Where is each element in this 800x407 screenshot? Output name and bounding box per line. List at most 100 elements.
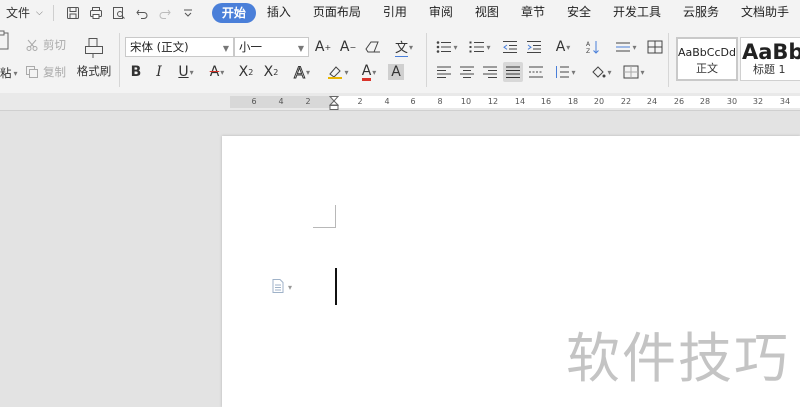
numbered-list-icon[interactable]: ▾ xyxy=(467,37,493,57)
text-cursor xyxy=(335,268,337,305)
tab-view[interactable]: 视图 xyxy=(464,0,510,25)
chevron-down-icon: ▾ xyxy=(288,283,293,292)
line-spacing-icon[interactable]: ▾ xyxy=(551,62,579,82)
text-effect-icon[interactable]: A ▾ xyxy=(288,62,316,82)
print-preview-icon[interactable] xyxy=(108,3,131,23)
shrink-font-icon[interactable]: A − xyxy=(338,37,358,57)
tab-doc-assistant[interactable]: 文档助手 xyxy=(730,0,800,25)
ruler-tick: 28 xyxy=(699,97,711,106)
group-divider xyxy=(426,33,427,87)
customize-toolbar-icon[interactable] xyxy=(177,3,200,23)
copy-label: 复制 xyxy=(43,65,66,79)
chevron-down-icon: ▼ xyxy=(297,44,304,53)
watermark: 软件技巧 xyxy=(566,327,790,390)
file-menu-label: 文件 xyxy=(6,6,31,20)
sort-icon[interactable]: AZ xyxy=(583,37,603,57)
tab-home[interactable]: 开始 xyxy=(211,2,256,23)
group-divider xyxy=(119,33,120,87)
redo-icon[interactable] xyxy=(154,3,177,23)
copy-button[interactable]: 复制 xyxy=(25,64,66,80)
chevron-down-icon: ▼ xyxy=(222,44,229,53)
borders-icon[interactable]: ▾ xyxy=(620,62,648,82)
font-color-icon[interactable]: A ▾ xyxy=(355,62,383,82)
font-name-select[interactable]: 宋体 (正文) ▼ xyxy=(125,37,234,57)
ruler-tick: 4 xyxy=(278,97,284,106)
superscript-icon[interactable]: X2 xyxy=(236,62,256,82)
strikethrough-icon[interactable]: A ▾ xyxy=(203,62,231,82)
align-left-icon[interactable] xyxy=(434,62,454,82)
ruler-tick: 8 xyxy=(437,97,443,106)
ruler-tick: 12 xyxy=(487,97,499,106)
distribute-icon[interactable] xyxy=(526,62,546,82)
ruler-tick: 2 xyxy=(357,97,363,106)
tab-page-layout[interactable]: 页面布局 xyxy=(302,0,372,25)
table-borders-icon[interactable] xyxy=(645,37,665,57)
ruler-tick: 2 xyxy=(305,97,311,106)
ruler-tick: 14 xyxy=(514,97,526,106)
bullet-list-icon[interactable]: ▾ xyxy=(434,37,460,57)
style-normal[interactable]: AaBbCcDd 正文 xyxy=(676,37,738,81)
file-menu[interactable]: 文件 ⌵ xyxy=(0,0,49,25)
character-shading-icon[interactable]: A xyxy=(386,62,406,82)
ribbon-tabs: 开始 插入 页面布局 引用 审阅 视图 章节 安全 开发工具 云服务 文档助手 xyxy=(211,0,800,25)
highlight-icon[interactable]: ▾ xyxy=(323,62,353,82)
copy-icon xyxy=(25,65,39,79)
font-size-select[interactable]: 小一 ▼ xyxy=(234,37,309,57)
undo-icon[interactable] xyxy=(131,3,154,23)
horizontal-ruler[interactable]: 6 4 2 2 4 6 8 10 12 14 16 18 20 22 24 26… xyxy=(0,93,800,111)
group-divider xyxy=(668,33,669,87)
ruler-tick: 16 xyxy=(540,97,552,106)
align-justify-icon[interactable] xyxy=(503,62,523,82)
cut-button[interactable]: 剪切 xyxy=(25,37,66,53)
ruler-tick: 26 xyxy=(673,97,685,106)
phonetic-glyph: 文 xyxy=(394,37,408,57)
margin-corner-mark xyxy=(313,205,336,228)
format-painter-button[interactable]: 格式刷 xyxy=(74,37,114,79)
align-center-icon[interactable] xyxy=(457,62,477,82)
style-heading-1-name: 标题 1 xyxy=(753,63,786,76)
tab-cloud[interactable]: 云服务 xyxy=(672,0,730,25)
grow-font-icon[interactable]: A + xyxy=(313,37,333,57)
tab-review[interactable]: 审阅 xyxy=(418,0,464,25)
quick-access-toolbar xyxy=(62,3,200,23)
paste-icon[interactable] xyxy=(0,29,12,51)
ruler-tick: 24 xyxy=(646,97,658,106)
style-normal-name: 正文 xyxy=(696,62,718,75)
style-heading-1[interactable]: AaBb 标题 1 xyxy=(740,37,800,81)
paragraph-options-button[interactable]: ▾ xyxy=(272,278,292,297)
ruler-tick: 4 xyxy=(384,97,390,106)
change-case-icon[interactable]: A ▾ xyxy=(550,37,576,57)
subscript-icon[interactable]: X2 xyxy=(261,62,281,82)
chevron-down-icon: ⌵ xyxy=(36,7,43,18)
ribbon-home: 粘 ▾ 剪切 复制 格式刷 宋体 (正文) ▼ 小一 ▼ A + A − 文 ▾ B I U… xyxy=(0,25,800,93)
tab-developer[interactable]: 开发工具 xyxy=(602,0,672,25)
bold-icon[interactable]: B xyxy=(126,62,146,82)
format-painter-label: 格式刷 xyxy=(76,64,112,78)
indent-marker-icon[interactable] xyxy=(328,95,340,110)
paste-button[interactable]: 粘 ▾ xyxy=(0,65,18,81)
cut-label: 剪切 xyxy=(43,38,66,52)
underline-icon[interactable]: U ▾ xyxy=(172,62,200,82)
save-icon[interactable] xyxy=(62,3,85,23)
increase-indent-icon[interactable] xyxy=(524,37,544,57)
tab-security[interactable]: 安全 xyxy=(556,0,602,25)
line-spacing-toggle-icon[interactable]: ▾ xyxy=(612,37,640,57)
ruler-tick: 22 xyxy=(620,97,632,106)
tab-sections[interactable]: 章节 xyxy=(510,0,556,25)
svg-text:A: A xyxy=(586,41,591,48)
svg-text:Z: Z xyxy=(586,48,590,54)
align-right-icon[interactable] xyxy=(480,62,500,82)
ruler-tick: 32 xyxy=(752,97,764,106)
brush-icon xyxy=(83,37,105,59)
ruler-tick: 18 xyxy=(567,97,579,106)
tab-references[interactable]: 引用 xyxy=(372,0,418,25)
ruler-tick: 30 xyxy=(726,97,738,106)
decrease-indent-icon[interactable] xyxy=(500,37,520,57)
clear-format-icon[interactable] xyxy=(363,37,383,57)
print-icon[interactable] xyxy=(85,3,108,23)
phonetic-guide-icon[interactable]: 文 ▾ xyxy=(391,37,417,57)
shading-icon[interactable]: ▾ xyxy=(586,62,616,82)
tab-insert[interactable]: 插入 xyxy=(256,0,302,25)
font-name-value: 宋体 (正文) xyxy=(130,40,189,54)
italic-icon[interactable]: I xyxy=(149,62,169,82)
